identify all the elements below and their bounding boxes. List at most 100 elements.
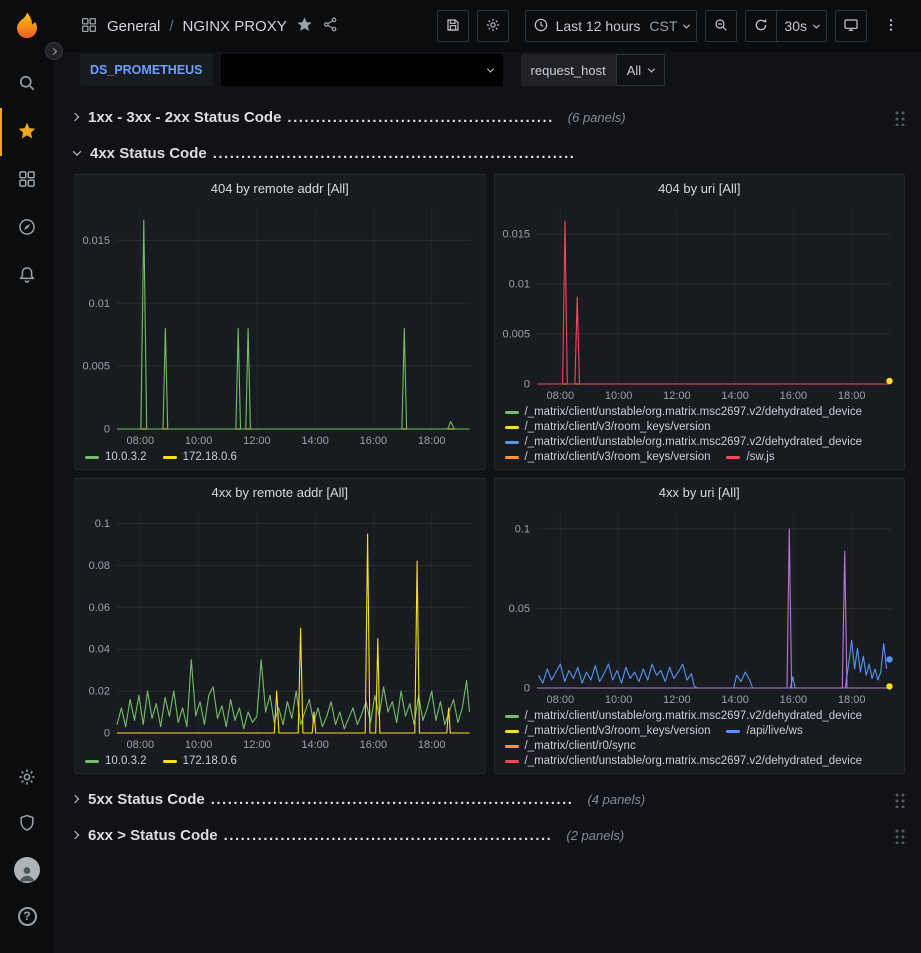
dashboard-settings-button[interactable] (477, 10, 509, 42)
sidebar-item-search[interactable] (0, 60, 54, 108)
legend-item[interactable]: 10.0.3.2 (85, 755, 147, 767)
grafana-app: ? General / NGINX PROXY (0, 0, 921, 953)
legend-item[interactable]: /_matrix/client/unstable/org.matrix.msc2… (505, 436, 863, 448)
svg-text:0.08: 0.08 (89, 560, 110, 572)
search-icon (17, 73, 37, 96)
svg-text:14:00: 14:00 (301, 435, 329, 447)
legend-item[interactable]: /api/live/ws (726, 725, 802, 737)
legend-label: 172.18.0.6 (183, 451, 237, 463)
svg-text:0.04: 0.04 (89, 644, 110, 656)
series-color-marker (505, 745, 519, 748)
timeseries-chart-4xx-by-uri[interactable]: 00.050.108:0010:0012:0014:0016:0018:00 (495, 507, 905, 708)
legend-label: /_matrix/client/r0/sync (525, 740, 636, 752)
legend-label: /_matrix/client/unstable/org.matrix.msc2… (525, 710, 863, 722)
time-range-label: Last 12 hours (556, 18, 641, 34)
svg-text:10:00: 10:00 (604, 694, 632, 706)
series-color-marker (726, 456, 740, 459)
refresh-interval-dropdown[interactable]: 30s (776, 10, 827, 42)
timeseries-chart-404-by-uri[interactable]: 00.0050.010.01508:0010:0012:0014:0016:00… (495, 203, 905, 404)
zoom-out-icon (713, 17, 729, 36)
timeseries-chart-404-by-remote-addr[interactable]: 00.0050.010.01508:0010:0012:0014:0016:00… (75, 203, 485, 449)
svg-text:0: 0 (523, 379, 529, 391)
grafana-logo[interactable] (11, 10, 43, 42)
svg-text:16:00: 16:00 (779, 694, 807, 706)
datasource-variable-picker[interactable] (221, 54, 503, 86)
request-host-value: All (627, 63, 641, 78)
top-navbar: General / NGINX PROXY (54, 0, 921, 52)
legend-item[interactable]: 172.18.0.6 (163, 755, 237, 767)
legend-item[interactable]: /sw.js (726, 451, 774, 463)
legend-label: /_matrix/client/unstable/org.matrix.msc2… (525, 406, 863, 418)
legend-item[interactable]: /_matrix/client/unstable/org.matrix.msc2… (505, 406, 863, 418)
svg-text:08:00: 08:00 (546, 694, 574, 706)
row-header-1xx-3xx-2xx[interactable]: 1xx - 3xx - 2xx Status Code ............… (74, 102, 905, 132)
legend-item[interactable]: /_matrix/client/r0/sync (505, 740, 636, 752)
timeseries-chart-4xx-by-remote-addr[interactable]: 00.020.040.060.080.108:0010:0012:0014:00… (75, 507, 485, 753)
svg-text:0.015: 0.015 (502, 229, 530, 241)
legend-label: 10.0.3.2 (105, 755, 147, 767)
row-title: 1xx - 3xx - 2xx Status Code (88, 109, 281, 126)
panel-title[interactable]: 404 by remote addr [All] (75, 175, 485, 203)
series-color-marker (505, 715, 519, 718)
zoom-out-time-button[interactable] (705, 10, 737, 42)
panel-title[interactable]: 404 by uri [All] (495, 175, 905, 203)
sidebar-item-help[interactable]: ? (0, 893, 54, 939)
svg-text:18:00: 18:00 (418, 435, 446, 447)
sidebar-item-explore[interactable] (0, 204, 54, 252)
sidebar-item-dashboards[interactable] (0, 156, 54, 204)
row-panel-count: (4 panels) (587, 792, 645, 807)
refresh-picker: 30s (745, 10, 827, 42)
legend-label: /_matrix/client/v3/room_keys/version (525, 725, 711, 737)
sidebar-item-alerting[interactable] (0, 252, 54, 300)
panel-legend: 10.0.3.2 172.18.0.6 (75, 753, 485, 769)
tv-view-mode-button[interactable] (835, 10, 867, 42)
row-drag-handle[interactable] (893, 827, 905, 844)
request-host-value-dropdown[interactable]: All (616, 54, 665, 86)
more-options-kebab-button[interactable] (875, 10, 907, 42)
sidebar-item-configuration[interactable] (0, 755, 54, 801)
row-header-6xx[interactable]: 6xx > Status Code ......................… (74, 820, 905, 850)
row-header-5xx[interactable]: 5xx Status Code ........................… (74, 784, 905, 814)
series-color-marker (163, 760, 177, 763)
breadcrumb-dashboard-title[interactable]: NGINX PROXY (183, 18, 287, 35)
save-dashboard-button[interactable] (437, 10, 469, 42)
svg-text:0: 0 (523, 683, 529, 695)
row-drag-handle[interactable] (893, 791, 905, 808)
legend-item[interactable]: 172.18.0.6 (163, 451, 237, 463)
legend-item[interactable]: /_matrix/client/v3/room_keys/version (505, 421, 711, 433)
sidebar-item-starred[interactable] (0, 108, 54, 156)
svg-text:10:00: 10:00 (185, 435, 213, 447)
request-host-label: request_host (521, 54, 616, 86)
legend-item[interactable]: /_matrix/client/unstable/org.matrix.msc2… (505, 755, 863, 767)
breadcrumb-section[interactable]: General (107, 18, 160, 35)
star-icon (17, 121, 37, 144)
share-icon[interactable] (322, 16, 339, 36)
favorite-star-icon[interactable] (296, 16, 313, 36)
svg-text:08:00: 08:00 (127, 739, 155, 751)
svg-text:18:00: 18:00 (418, 739, 446, 751)
legend-item[interactable]: /_matrix/client/unstable/org.matrix.msc2… (505, 710, 863, 722)
panel-title[interactable]: 4xx by uri [All] (495, 479, 905, 507)
panel-404-by-uri: 404 by uri [All] 00.0050.010.01508:0010:… (494, 174, 906, 470)
time-range-picker[interactable]: Last 12 hours CST (525, 10, 698, 42)
refresh-button[interactable] (745, 10, 777, 42)
variables-bar: DS_PROMETHEUS request_host All (54, 52, 921, 90)
row-header-4xx[interactable]: 4xx Status Code ........................… (74, 138, 905, 168)
chevron-right-icon (71, 113, 79, 121)
sidebar-item-server-admin[interactable] (0, 801, 54, 847)
panel-title[interactable]: 4xx by remote addr [All] (75, 479, 485, 507)
sidebar-expand-toggle[interactable] (45, 42, 63, 60)
sidebar-item-profile[interactable] (0, 847, 54, 893)
svg-text:0.06: 0.06 (89, 602, 110, 614)
legend-item[interactable]: 10.0.3.2 (85, 451, 147, 463)
legend-item[interactable]: /_matrix/client/v3/room_keys/version (505, 725, 711, 737)
legend-label: /_matrix/client/v3/room_keys/version (525, 451, 711, 463)
legend-item[interactable]: /_matrix/client/v3/room_keys/version (505, 451, 711, 463)
kebab-menu-icon (883, 17, 899, 36)
row-title: 4xx Status Code (90, 145, 207, 162)
monitor-icon (843, 17, 859, 36)
row-drag-handle[interactable] (893, 109, 905, 126)
panel-legend: /_matrix/client/unstable/org.matrix.msc2… (495, 708, 905, 769)
series-color-marker (726, 730, 740, 733)
datasource-variable-label[interactable]: DS_PROMETHEUS (80, 54, 213, 86)
